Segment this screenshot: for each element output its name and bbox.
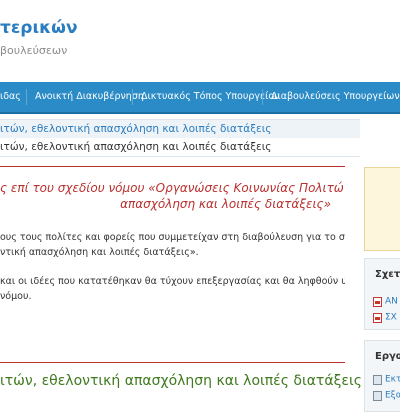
paragraph: ους τους πολίτες και φορείς που συμμετεί… xyxy=(0,230,345,260)
page-title: ιτών, εθελοντική απασχόληση και λοιπές δ… xyxy=(0,138,360,157)
print-icon xyxy=(373,374,382,385)
divider xyxy=(0,166,345,167)
article-title-line: απασχόληση και λοιπές διατάξεις» xyxy=(120,197,331,211)
export-icon xyxy=(373,390,382,401)
sidebar-tools: Εργαλ Εκτ Εξα xyxy=(364,340,400,412)
nav-item-ministries-consultations[interactable]: Διαβουλεύσεις Υπουργείων xyxy=(271,82,400,112)
article-title-line: ς επί του σχεδίου νόμου «Οργανώσεις Κοιν… xyxy=(0,181,345,195)
divider xyxy=(0,362,345,363)
site-title[interactable]: τερικών xyxy=(0,18,78,38)
paragraph-line: και οι ιδέες που κατατέθηκαν θα τύχουν ε… xyxy=(0,276,345,287)
related-file-label: ΑΝ xyxy=(385,296,398,307)
paragraph-line: ντική απασχόληση και λοιπές διατάξεις». xyxy=(0,247,199,258)
nav-divider xyxy=(262,89,263,105)
site-subtitle: βουλεύσεων xyxy=(0,44,68,57)
sidebar-heading: Εργαλ xyxy=(375,351,400,362)
article-title[interactable]: ς επί του σχεδίου νόμου «Οργανώσεις Κοιν… xyxy=(0,180,345,212)
tool-label: Εκτ xyxy=(385,374,400,385)
paragraph-line: ους τους πολίτες και φορείς που συμμετεί… xyxy=(0,232,345,243)
related-file-label: ΣΧ xyxy=(385,312,397,323)
main-navigation: ιδας Ανοικτή Διακυβέρνηση Δικτυακός Τόπο… xyxy=(0,82,400,114)
nav-item-ministry-website[interactable]: Δικτυακός Τόπος Υπουργείου xyxy=(141,82,280,112)
sidebar-highlight-box xyxy=(364,167,400,251)
breadcrumb[interactable]: ιτών, εθελοντική απασχόληση και λοιπές δ… xyxy=(0,119,360,138)
print-link[interactable]: Εκτ xyxy=(373,369,400,385)
paragraph: και οι ιδέες που κατατέθηκαν θα τύχουν ε… xyxy=(0,274,345,304)
nav-divider xyxy=(26,89,27,105)
export-link[interactable]: Εξα xyxy=(373,385,400,401)
related-file-link[interactable]: ΑΝ xyxy=(373,291,398,307)
nav-item-open-government[interactable]: Ανοικτή Διακυβέρνηση xyxy=(35,82,144,112)
nav-item-home[interactable]: ιδας xyxy=(0,82,21,112)
sidebar-related-files: Σχετι ΑΝ ΣΧ xyxy=(364,258,400,330)
site-header: τερικών βουλεύσεων xyxy=(0,0,400,82)
pdf-icon xyxy=(373,312,382,323)
related-file-link[interactable]: ΣΧ xyxy=(373,307,397,323)
tool-label: Εξα xyxy=(385,390,400,401)
section-title: ιτών, εθελοντική απασχόληση και λοιπές δ… xyxy=(0,373,362,389)
nav-divider xyxy=(132,89,133,105)
sidebar-heading: Σχετι xyxy=(375,269,400,280)
paragraph-line: νόμου. xyxy=(0,291,32,302)
pdf-icon xyxy=(373,296,382,307)
